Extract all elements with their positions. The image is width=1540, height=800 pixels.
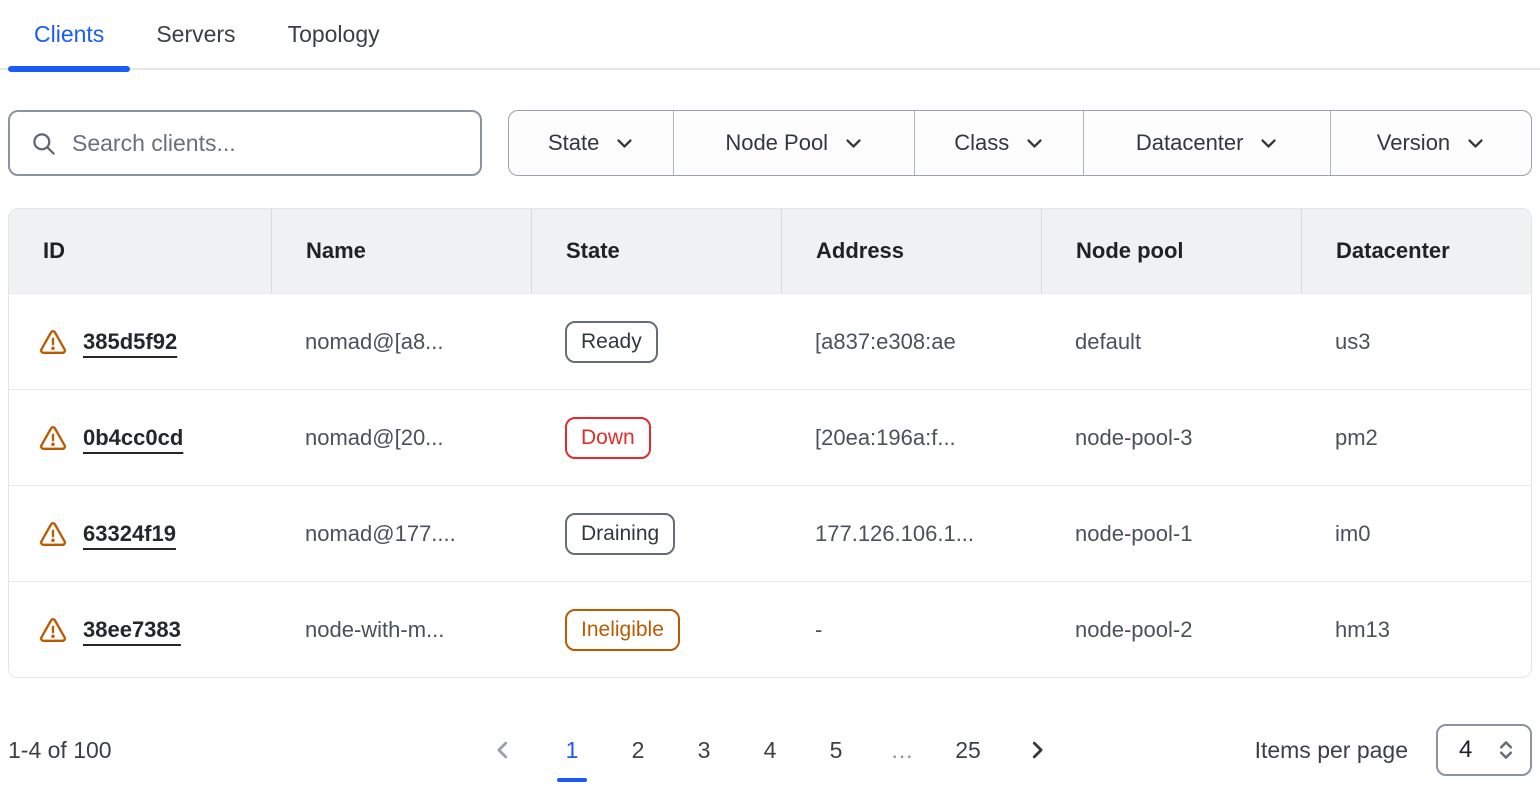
cell-state: Ready bbox=[531, 294, 781, 389]
page-number[interactable]: 1 bbox=[555, 727, 589, 773]
next-page-button[interactable] bbox=[1015, 727, 1059, 773]
search-input[interactable] bbox=[72, 130, 470, 157]
filter-state[interactable]: State bbox=[509, 111, 673, 175]
tab-topology[interactable]: Topology bbox=[262, 0, 406, 68]
chevron-right-icon bbox=[1026, 739, 1048, 761]
warning-icon bbox=[39, 520, 67, 548]
filter-state-label: State bbox=[548, 130, 599, 156]
items-per-page-label: Items per page bbox=[1255, 737, 1408, 764]
filter-node-pool[interactable]: Node Pool bbox=[673, 111, 914, 175]
clients-table: ID Name State Address Node pool Datacent… bbox=[8, 208, 1532, 678]
client-id-link[interactable]: 0b4cc0cd bbox=[83, 425, 183, 451]
table-header: ID Name State Address Node pool Datacent… bbox=[9, 209, 1531, 293]
client-id-link[interactable]: 38ee7383 bbox=[83, 617, 181, 643]
cell-address: [a837:e308:ae bbox=[781, 294, 1041, 389]
state-badge: Ineligible bbox=[565, 609, 680, 651]
items-per-page-zone: Items per page 4 bbox=[1073, 724, 1532, 776]
tab-servers[interactable]: Servers bbox=[130, 0, 261, 68]
cell-id: 385d5f92 bbox=[9, 294, 271, 389]
pagination-bar: 1-4 of 100 12345…25 Items per page 4 bbox=[8, 724, 1532, 776]
tab-clients[interactable]: Clients bbox=[8, 0, 130, 68]
previous-page-button[interactable] bbox=[481, 727, 525, 773]
cell-id: 38ee7383 bbox=[9, 582, 271, 677]
filter-class[interactable]: Class bbox=[914, 111, 1083, 175]
pagination-summary: 1-4 of 100 bbox=[8, 737, 467, 764]
filter-datacenter-label: Datacenter bbox=[1136, 130, 1244, 156]
filter-datacenter[interactable]: Datacenter bbox=[1083, 111, 1330, 175]
filter-class-label: Class bbox=[954, 130, 1009, 156]
tab-bar: Clients Servers Topology bbox=[0, 0, 1540, 70]
cell-node-pool: default bbox=[1041, 294, 1301, 389]
column-header-address: Address bbox=[781, 209, 1041, 293]
cell-address: 177.126.106.1... bbox=[781, 486, 1041, 581]
page-number[interactable]: 4 bbox=[753, 727, 787, 773]
cell-node-pool: node-pool-3 bbox=[1041, 390, 1301, 485]
cell-datacenter: pm2 bbox=[1301, 390, 1531, 485]
cell-state: Ineligible bbox=[531, 582, 781, 677]
filter-version-label: Version bbox=[1377, 130, 1450, 156]
client-id-link[interactable]: 385d5f92 bbox=[83, 329, 177, 355]
caret-sort-icon bbox=[1495, 739, 1517, 761]
page-number[interactable]: 2 bbox=[621, 727, 655, 773]
page-list: 12345 … 25 bbox=[539, 727, 1001, 773]
cell-name: nomad@177.... bbox=[271, 486, 531, 581]
pager: 12345 … 25 bbox=[467, 727, 1073, 773]
column-header-datacenter: Datacenter bbox=[1301, 209, 1531, 293]
filter-version[interactable]: Version bbox=[1330, 111, 1531, 175]
client-id-link[interactable]: 63324f19 bbox=[83, 521, 176, 547]
items-per-page-select[interactable]: 4 bbox=[1436, 724, 1532, 776]
cell-name: nomad@[20... bbox=[271, 390, 531, 485]
filter-node-pool-label: Node Pool bbox=[725, 130, 828, 156]
table-row: 38ee7383 node-with-m... Ineligible - nod… bbox=[9, 581, 1531, 677]
state-badge: Ready bbox=[565, 321, 658, 363]
table-row: 0b4cc0cd nomad@[20... Down [20ea:196a:f.… bbox=[9, 389, 1531, 485]
chevron-left-icon bbox=[492, 739, 514, 761]
cell-address: - bbox=[781, 582, 1041, 677]
column-header-state: State bbox=[531, 209, 781, 293]
warning-icon bbox=[39, 616, 67, 644]
warning-icon bbox=[39, 424, 67, 452]
cell-node-pool: node-pool-1 bbox=[1041, 486, 1301, 581]
cell-id: 63324f19 bbox=[9, 486, 271, 581]
cell-name: node-with-m... bbox=[271, 582, 531, 677]
column-header-id: ID bbox=[9, 209, 271, 293]
warning-icon bbox=[39, 328, 67, 356]
cell-datacenter: us3 bbox=[1301, 294, 1531, 389]
cell-address: [20ea:196a:f... bbox=[781, 390, 1041, 485]
cell-state: Down bbox=[531, 390, 781, 485]
page-number[interactable]: 3 bbox=[687, 727, 721, 773]
toolbar: State Node Pool Class Datacenter bbox=[8, 110, 1532, 176]
column-header-name: Name bbox=[271, 209, 531, 293]
table-body: 385d5f92 nomad@[a8... Ready [a837:e308:a… bbox=[9, 293, 1531, 677]
chevron-down-icon bbox=[844, 134, 863, 153]
cell-datacenter: hm13 bbox=[1301, 582, 1531, 677]
page-number[interactable]: 5 bbox=[819, 727, 853, 773]
table-row: 385d5f92 nomad@[a8... Ready [a837:e308:a… bbox=[9, 293, 1531, 389]
search-icon bbox=[30, 130, 57, 157]
page-ellipsis: … bbox=[885, 727, 919, 773]
chevron-down-icon bbox=[1025, 134, 1044, 153]
items-per-page-value: 4 bbox=[1459, 736, 1472, 764]
cell-datacenter: im0 bbox=[1301, 486, 1531, 581]
search-box[interactable] bbox=[8, 110, 482, 176]
state-badge: Draining bbox=[565, 513, 675, 555]
filter-group: State Node Pool Class Datacenter bbox=[508, 110, 1532, 176]
chevron-down-icon bbox=[1466, 134, 1485, 153]
chevron-down-icon bbox=[1259, 134, 1278, 153]
cell-name: nomad@[a8... bbox=[271, 294, 531, 389]
column-header-node-pool: Node pool bbox=[1041, 209, 1301, 293]
cell-id: 0b4cc0cd bbox=[9, 390, 271, 485]
chevron-down-icon bbox=[615, 134, 634, 153]
page-number[interactable]: 25 bbox=[951, 727, 985, 773]
state-badge: Down bbox=[565, 417, 651, 459]
table-row: 63324f19 nomad@177.... Draining 177.126.… bbox=[9, 485, 1531, 581]
cell-state: Draining bbox=[531, 486, 781, 581]
cell-node-pool: node-pool-2 bbox=[1041, 582, 1301, 677]
